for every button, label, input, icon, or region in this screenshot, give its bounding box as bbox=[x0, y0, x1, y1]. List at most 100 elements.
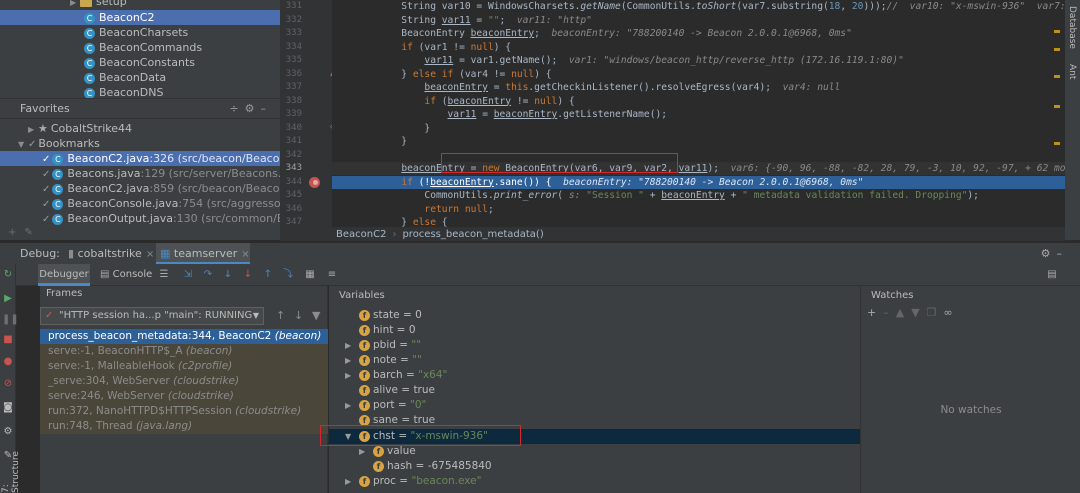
tree-item-label: BeaconConstants bbox=[99, 56, 195, 69]
variable-row[interactable]: ▶ f value bbox=[329, 444, 860, 459]
variable-row[interactable]: ▶ f proc = "beacon.exe" bbox=[329, 474, 860, 489]
expand-arrow-icon[interactable]: ▶ bbox=[345, 353, 355, 368]
code-line-execution-point: if (!beaconEntry.sane()) { beaconEntry: … bbox=[332, 175, 1065, 189]
expand-arrow-icon[interactable]: ▶ bbox=[359, 444, 369, 459]
breadcrumb-method[interactable]: process_beacon_metadata() bbox=[402, 229, 543, 240]
tree-item-beaconconstants[interactable]: C BeaconConstants bbox=[0, 55, 280, 70]
frame-item[interactable]: serve:246, WebServer (cloudstrike) bbox=[40, 389, 328, 404]
code-editor[interactable]: String var10 = WindowsCharsets.getName(C… bbox=[332, 0, 1065, 227]
bookmark-item[interactable]: ✓ C BeaconC2.java:859 (src/beacon/BeaconC2… bbox=[0, 181, 321, 196]
filter-icon[interactable]: ▼ bbox=[312, 309, 320, 322]
frame-item[interactable]: run:372, NanoHTTPD$HTTPSession (cloudstr… bbox=[40, 404, 328, 419]
variable-row[interactable]: ▶ f note = "" bbox=[329, 353, 860, 368]
tab-console[interactable]: ▤ Console bbox=[100, 264, 154, 286]
arrow-up-icon[interactable]: ▲ bbox=[896, 306, 911, 319]
bookmark-item[interactable]: ✓ C BeaconC2.java:326 (src/beacon/BeaconC2… bbox=[0, 151, 321, 166]
run-to-cursor-icon[interactable]: ⤵ bbox=[282, 269, 294, 281]
trace-icon[interactable]: ≡ bbox=[326, 269, 338, 281]
add-icon[interactable]: + bbox=[867, 306, 883, 319]
bookmark-item[interactable]: ✓ C Beacons.java:129 (src/server/Beacons.j… bbox=[0, 166, 309, 181]
show-execution-point-icon[interactable]: ⇲ bbox=[182, 269, 194, 281]
force-step-into-icon[interactable]: ↓ bbox=[242, 269, 254, 281]
gear-icon[interactable]: ⚙ bbox=[245, 102, 261, 115]
warning-mark[interactable] bbox=[1054, 142, 1060, 145]
variable-row[interactable]: ▶ f pbid = "" bbox=[329, 338, 860, 353]
favorites-root[interactable]: ▶ ★ CobaltStrike44 bbox=[0, 121, 280, 136]
variable-row[interactable]: ▶ f port = "0" bbox=[329, 398, 860, 413]
rerun-icon[interactable]: ↻ bbox=[2, 269, 14, 281]
frame-item[interactable]: run:748, Thread (java.lang) bbox=[40, 419, 328, 434]
variable-row[interactable]: f hash = -675485840 bbox=[329, 459, 860, 474]
breakpoint-icon[interactable] bbox=[309, 177, 320, 188]
arrow-down-icon[interactable]: ↓ bbox=[294, 309, 303, 322]
pause-icon[interactable]: ❚❚ bbox=[2, 314, 19, 326]
expand-arrow-icon[interactable]: ▶ bbox=[345, 368, 355, 383]
variable-name: proc bbox=[373, 475, 396, 487]
frame-item[interactable]: _serve:304, WebServer (cloudstrike) bbox=[40, 374, 328, 389]
tree-item-beaconcommands[interactable]: C BeaconCommands bbox=[0, 40, 280, 55]
tree-item-beaconcharsets[interactable]: C BeaconCharsets bbox=[0, 25, 280, 40]
variable-value: "beacon.exe" bbox=[411, 475, 482, 487]
frame-item[interactable]: serve:-1, MalleableHook (c2profile) bbox=[40, 359, 328, 374]
camera-icon[interactable]: ◙ bbox=[2, 402, 14, 414]
copy-icon[interactable]: ❐ bbox=[927, 306, 944, 319]
tab-debugger[interactable]: Debugger bbox=[38, 264, 90, 286]
breadcrumb-class[interactable]: BeaconC2 bbox=[336, 229, 386, 240]
database-tool-tab[interactable]: Database bbox=[1067, 6, 1077, 49]
glasses-icon[interactable]: ∞ bbox=[944, 306, 960, 319]
minimize-icon[interactable]: – bbox=[261, 102, 273, 115]
tree-item-beacondns[interactable]: C BeaconDNS bbox=[0, 85, 280, 98]
variable-row[interactable]: f alive = true bbox=[329, 383, 860, 398]
edit-icon[interactable]: ✎ bbox=[24, 227, 40, 238]
add-icon[interactable]: + bbox=[8, 227, 24, 238]
remove-icon[interactable]: – bbox=[883, 306, 896, 319]
close-icon[interactable]: × bbox=[146, 249, 154, 260]
settings-icon[interactable]: ⚙ bbox=[2, 426, 14, 438]
arrow-up-icon[interactable]: ↑ bbox=[276, 309, 285, 322]
expand-arrow-icon[interactable]: ▶ bbox=[345, 338, 355, 353]
collapse-icon[interactable]: ÷ bbox=[229, 102, 244, 115]
expand-arrow-icon[interactable]: ▶ bbox=[28, 122, 38, 137]
close-icon[interactable]: × bbox=[241, 249, 249, 260]
collapse-arrow-icon[interactable]: ▼ bbox=[18, 137, 28, 152]
list-icon[interactable]: ☰ bbox=[158, 269, 170, 281]
minimize-icon[interactable]: – bbox=[1057, 247, 1069, 260]
ant-tool-tab[interactable]: Ant bbox=[1067, 64, 1077, 79]
variable-row[interactable]: f state = 0 bbox=[329, 308, 860, 323]
arrow-down-icon[interactable]: ▼ bbox=[911, 306, 926, 319]
step-over-icon[interactable]: ↷ bbox=[202, 269, 214, 281]
tree-item-beacondata[interactable]: C BeaconData bbox=[0, 70, 280, 85]
warning-mark[interactable] bbox=[1054, 48, 1060, 51]
evaluate-icon[interactable]: ▦ bbox=[304, 269, 316, 281]
step-out-icon[interactable]: ↑ bbox=[262, 269, 274, 281]
warning-mark[interactable] bbox=[1054, 105, 1060, 108]
variable-row[interactable]: ▶ f barch = "x64" bbox=[329, 368, 860, 383]
tab-teamserver[interactable]: ▦ teamserver × bbox=[156, 243, 250, 265]
field-icon: f bbox=[359, 385, 370, 396]
bookmark-item[interactable]: ✓ C BeaconOutput.java:130 (src/common/Beac… bbox=[0, 211, 322, 226]
thread-select[interactable]: ✓ "HTTP session ha...p "main": RUNNING ▼ bbox=[40, 307, 264, 325]
bookmark-item[interactable]: ✓ C BeaconConsole.java:754 (src/aggressor/… bbox=[0, 196, 322, 211]
frame-item[interactable]: serve:-1, BeaconHTTP$_A (beacon) bbox=[40, 344, 328, 359]
step-into-icon[interactable]: ↓ bbox=[222, 269, 234, 281]
variable-value: -675485840 bbox=[427, 460, 492, 472]
tree-item-setup[interactable]: ▶ setup bbox=[0, 0, 280, 9]
tree-item-beaconc2[interactable]: C BeaconC2 bbox=[0, 10, 280, 25]
expand-arrow-icon[interactable]: ▶ bbox=[345, 398, 355, 413]
warning-mark[interactable] bbox=[1054, 30, 1060, 33]
warning-mark[interactable] bbox=[1054, 75, 1060, 78]
tab-cobaltstrike[interactable]: ▮ cobaltstrike × bbox=[64, 243, 154, 265]
view-breakpoints-icon[interactable]: ● bbox=[2, 356, 14, 368]
frame-item[interactable]: process_beacon_metadata:344, BeaconC2 (b… bbox=[40, 329, 328, 344]
resume-icon[interactable]: ▶ bbox=[2, 293, 14, 305]
stop-icon[interactable]: ■ bbox=[2, 334, 14, 346]
bookmarks-group[interactable]: ▼ ✓ Bookmarks bbox=[0, 136, 280, 151]
mute-breakpoints-icon[interactable]: ⊘ bbox=[2, 378, 14, 390]
expand-arrow-icon[interactable]: ▶ bbox=[345, 474, 355, 489]
gear-icon[interactable]: ⚙ bbox=[1041, 247, 1057, 260]
layout-icon[interactable]: ▤ bbox=[1046, 269, 1058, 281]
structure-tool-tab[interactable]: 7: Structure bbox=[1, 440, 21, 493]
expand-arrow-icon[interactable]: ▶ bbox=[70, 0, 80, 10]
line-number: 346 bbox=[285, 203, 302, 214]
variable-row[interactable]: f hint = 0 bbox=[329, 323, 860, 338]
